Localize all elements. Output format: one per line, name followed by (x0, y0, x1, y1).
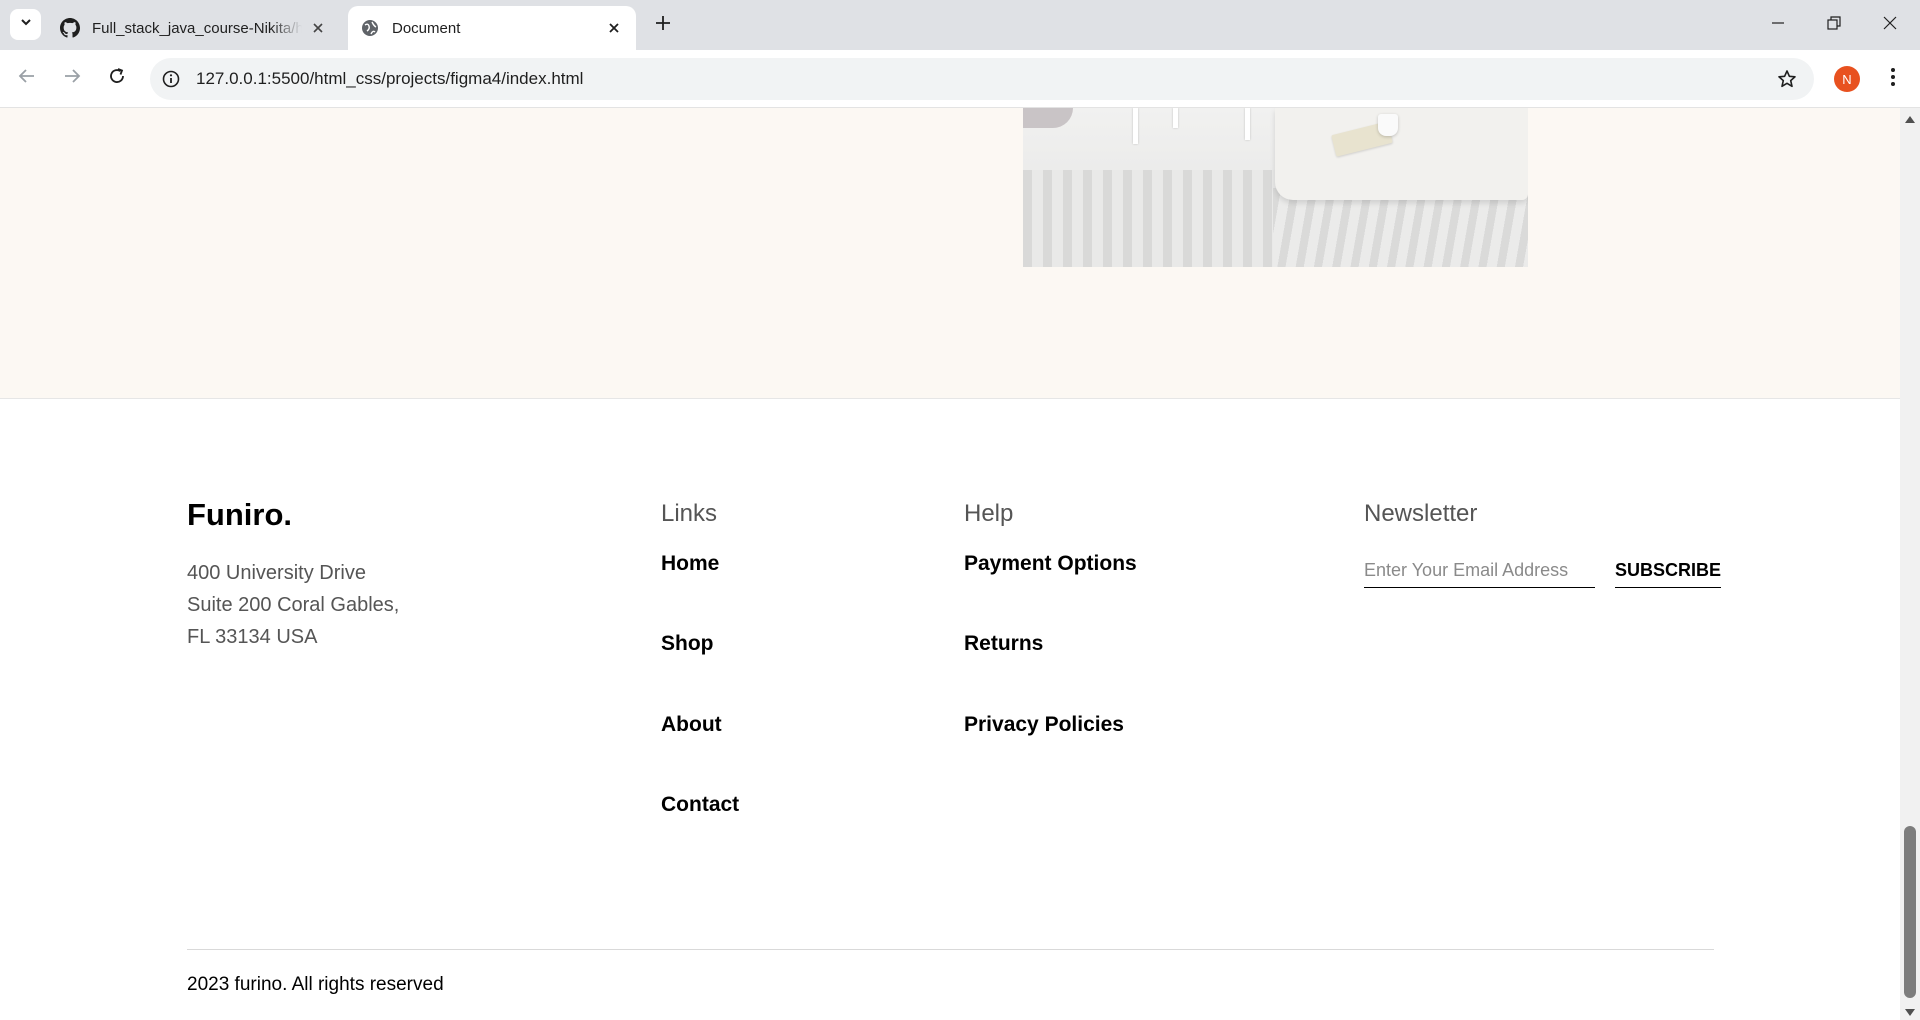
globe-icon (360, 18, 380, 38)
arrow-right-icon (63, 67, 81, 90)
footer-link-payment-options[interactable]: Payment Options (964, 552, 1137, 576)
links-heading: Links (661, 500, 718, 527)
new-tab-button[interactable] (650, 12, 676, 38)
footer-link-privacy-policies[interactable]: Privacy Policies (964, 713, 1124, 737)
site-info-icon[interactable] (160, 68, 182, 90)
copyright-text: 2023 furino. All rights reserved (187, 974, 444, 995)
footer-link-returns[interactable]: Returns (964, 632, 1043, 656)
more-vert-icon (1890, 67, 1896, 92)
url-text[interactable]: 127.0.0.1:5500/html_css/projects/figma4/… (196, 69, 1772, 89)
chevron-down-icon (19, 15, 33, 34)
minimize-icon (1771, 16, 1785, 35)
forward-button[interactable] (55, 61, 89, 95)
chair-leg (1133, 108, 1138, 144)
tab-github[interactable]: Full_stack_java_course-Nikita/ht (48, 6, 340, 50)
footer-link-shop[interactable]: Shop (661, 632, 714, 656)
restore-button[interactable] (1806, 0, 1862, 50)
newsletter-email-input[interactable] (1364, 554, 1595, 588)
tab-title: Document (392, 19, 461, 37)
close-tab-icon[interactable] (604, 18, 624, 38)
subscribe-button[interactable]: SUBSCRIBE (1615, 554, 1722, 588)
footer-address: 400 University Drive Suite 200 Coral Gab… (187, 557, 399, 653)
tab-search-button[interactable] (10, 9, 41, 40)
cup-shape (1378, 114, 1398, 136)
browser-toolbar: 127.0.0.1:5500/html_css/projects/figma4/… (0, 50, 1920, 108)
address-bar[interactable]: 127.0.0.1:5500/html_css/projects/figma4/… (150, 58, 1814, 100)
mattress-shape (1275, 108, 1528, 200)
restore-icon (1827, 15, 1841, 35)
page-viewport: Funiro. 400 University Drive Suite 200 C… (0, 108, 1900, 1020)
scroll-down-icon[interactable] (1905, 1009, 1915, 1016)
address-line: FL 33134 USA (187, 626, 318, 648)
inspiration-section (0, 108, 1900, 399)
plus-icon (655, 15, 671, 36)
browser-menu-button[interactable] (1878, 64, 1908, 94)
footer-brand: Funiro. (187, 497, 293, 532)
reload-button[interactable] (100, 61, 134, 95)
back-button[interactable] (10, 61, 44, 95)
footer-link-about[interactable]: About (661, 713, 722, 737)
footer-link-contact[interactable]: Contact (661, 793, 739, 817)
tab-title: Full_stack_java_course-Nikita/ht (92, 19, 302, 37)
address-line: 400 University Drive (187, 562, 366, 584)
github-icon (60, 18, 80, 38)
profile-avatar[interactable]: N (1834, 66, 1860, 92)
minimize-button[interactable] (1750, 0, 1806, 50)
arrow-left-icon (18, 67, 36, 90)
close-icon (1883, 16, 1897, 35)
close-tab-icon[interactable] (308, 18, 328, 38)
reload-icon (108, 67, 126, 90)
tab-document[interactable]: Document (348, 6, 636, 50)
scrollbar-thumb[interactable] (1904, 826, 1916, 998)
help-heading: Help (964, 500, 1014, 527)
address-line: Suite 200 Coral Gables, (187, 594, 400, 616)
footer-link-home[interactable]: Home (661, 552, 719, 576)
cushion-shape (1023, 108, 1073, 128)
newsletter-heading: Newsletter (1364, 500, 1478, 527)
footer-divider (187, 949, 1714, 950)
close-window-button[interactable] (1862, 0, 1918, 50)
tab-strip: Full_stack_java_course-Nikita/ht Documen… (0, 0, 1920, 50)
bookmark-star-icon[interactable] (1772, 64, 1802, 94)
page-scrollbar[interactable] (1900, 108, 1920, 1020)
room-photo (1023, 108, 1528, 267)
chair-leg (1245, 108, 1250, 140)
scroll-up-icon[interactable] (1905, 116, 1915, 123)
chair-leg (1173, 108, 1178, 128)
